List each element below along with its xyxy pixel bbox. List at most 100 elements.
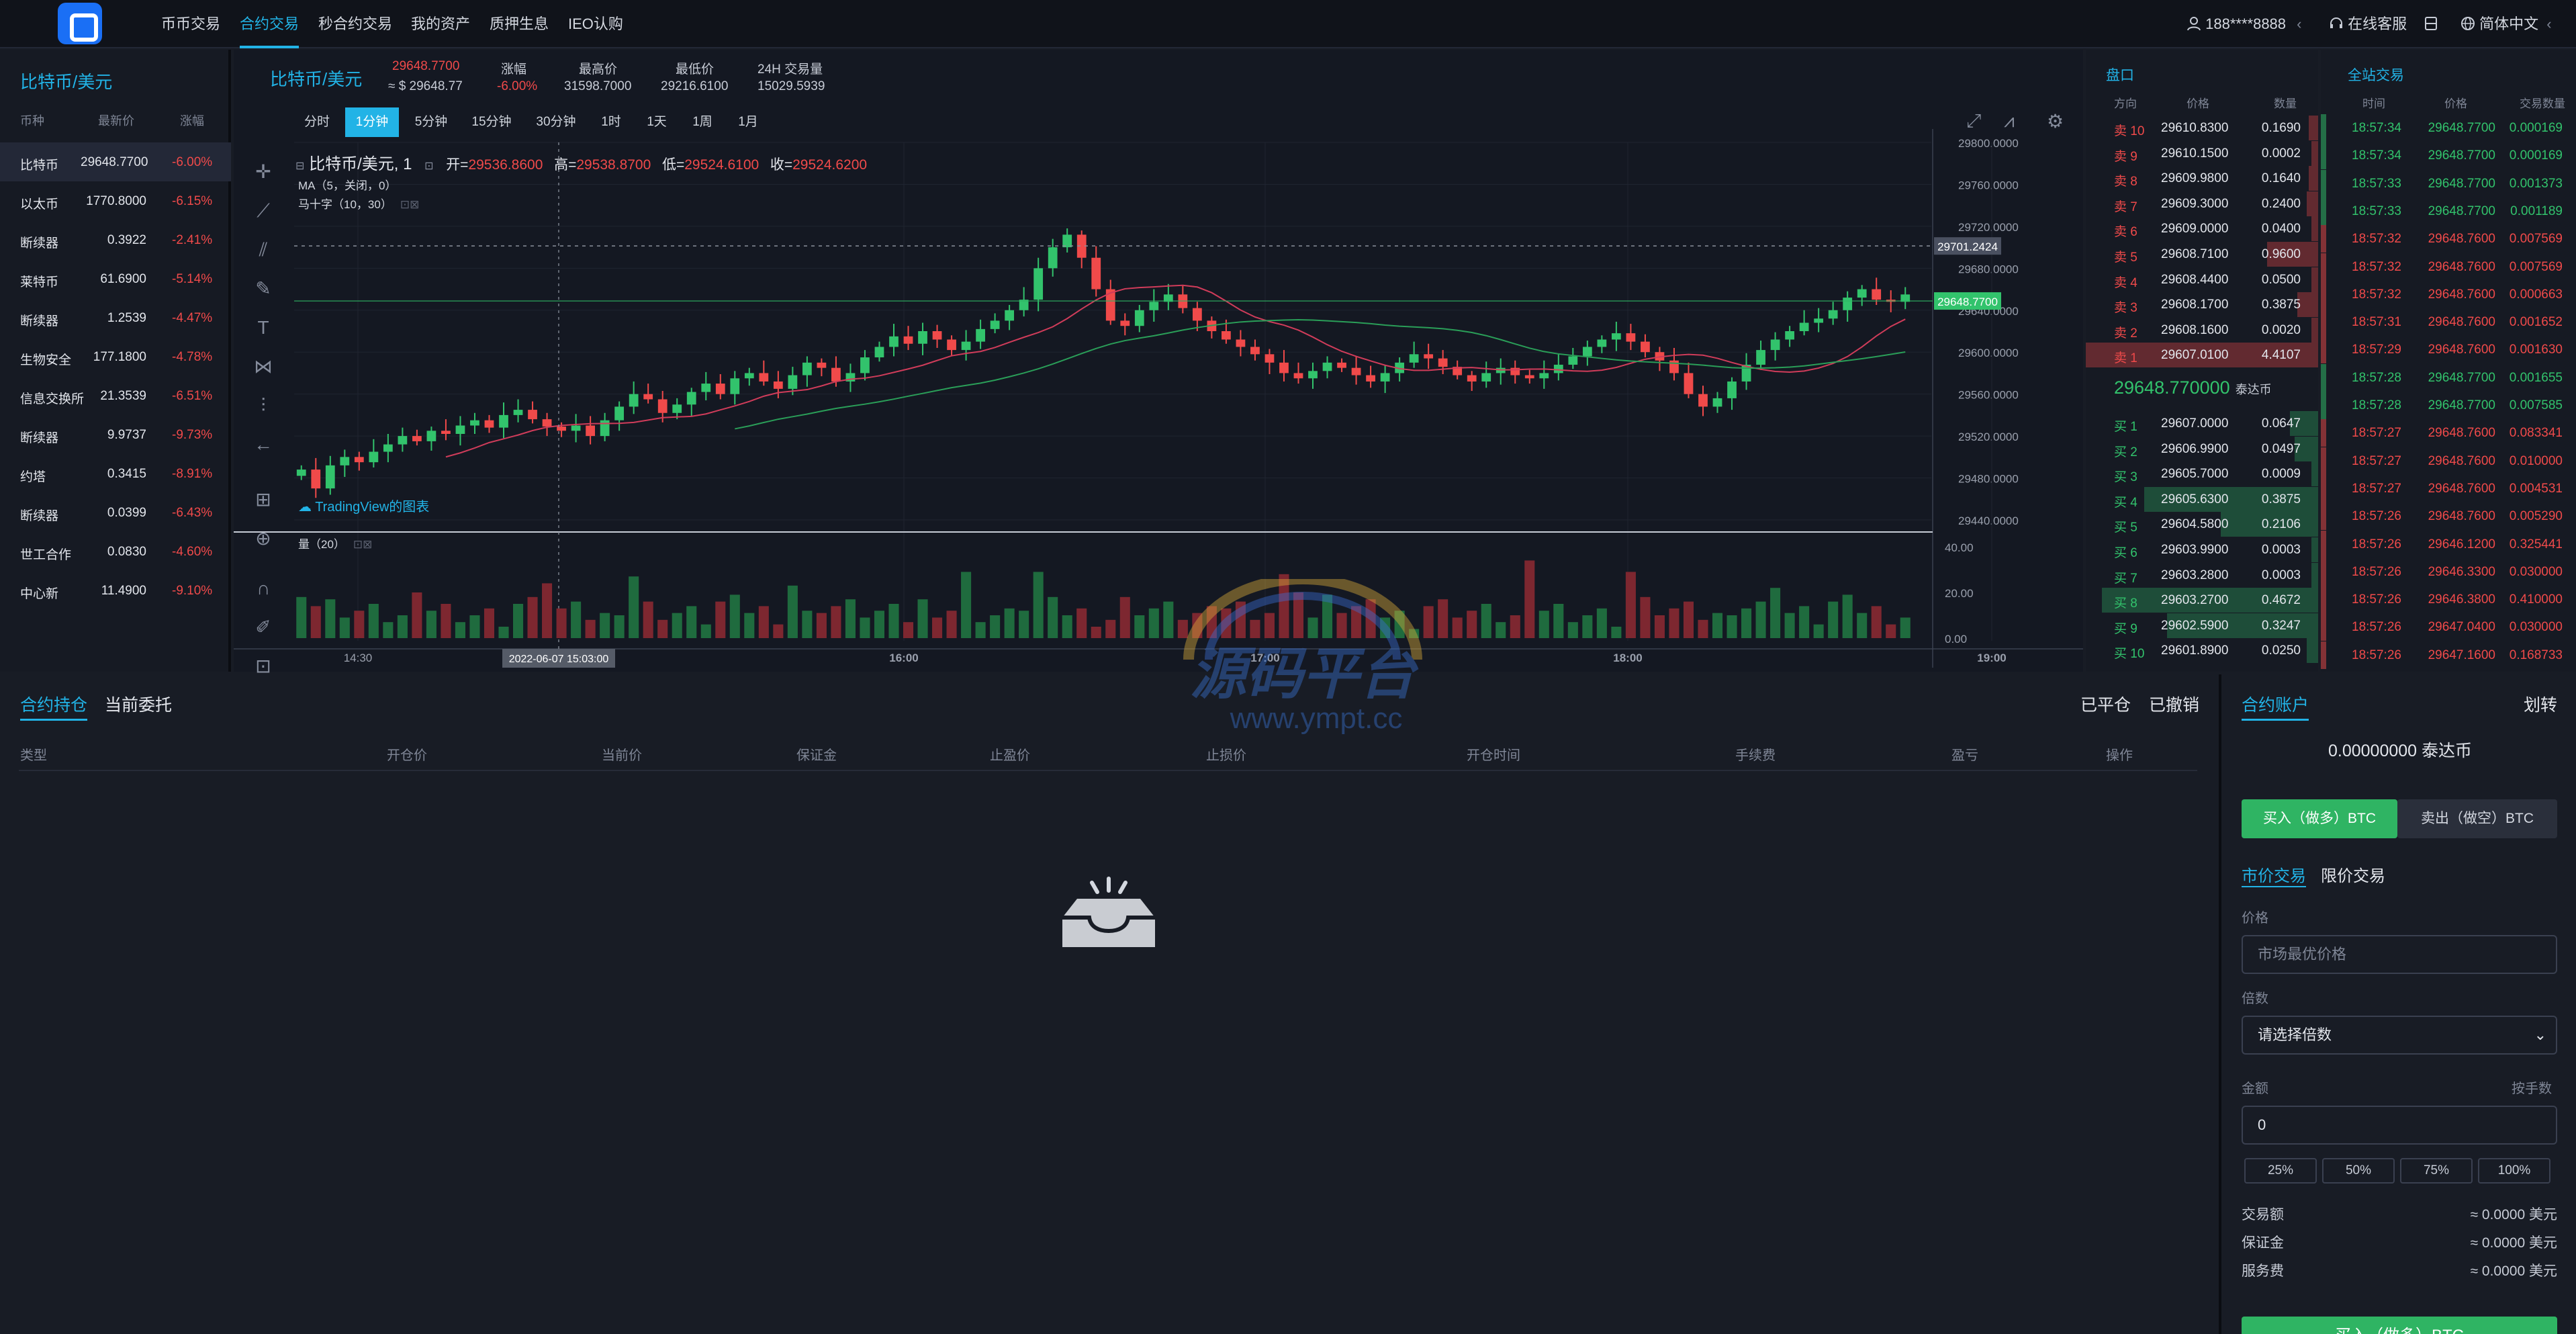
- ask-row[interactable]: 卖 9 29610.1500 0.0002: [2086, 140, 2318, 166]
- ask-row[interactable]: 卖 1 29607.0100 4.4107: [2086, 343, 2318, 368]
- app-download-icon[interactable]: [2423, 0, 2439, 48]
- pct-100-button[interactable]: 100%: [2478, 1158, 2550, 1184]
- nav-spot[interactable]: 币币交易: [161, 0, 220, 48]
- trade-qty: 0.000169: [2509, 148, 2563, 163]
- pct-25-button[interactable]: 25%: [2244, 1158, 2317, 1184]
- service-link[interactable]: 在线客服: [2329, 0, 2407, 48]
- volume-bar: [1727, 615, 1737, 638]
- ask-row[interactable]: 卖 2 29608.1600 0.0020: [2086, 317, 2318, 343]
- ask-row[interactable]: 卖 8 29609.9800 0.1640: [2086, 166, 2318, 191]
- limit-order-tab[interactable]: 限价交易: [2321, 862, 2385, 886]
- transfer-link[interactable]: 划转: [2524, 692, 2557, 716]
- coin-row[interactable]: 断续器 9.9737 -9.73%: [0, 415, 231, 454]
- volume-bar: [744, 613, 755, 638]
- market-order-tab[interactable]: 市价交易: [2242, 862, 2306, 887]
- pct-50-button[interactable]: 50%: [2322, 1158, 2395, 1184]
- price-input[interactable]: 市场最优价格: [2242, 935, 2557, 974]
- bid-row[interactable]: 买 9 29602.5900 0.3247: [2086, 613, 2318, 638]
- user-menu[interactable]: 188****8888 ‹: [2187, 0, 2301, 48]
- bid-row[interactable]: 买 6 29603.9900 0.0003: [2086, 537, 2318, 562]
- cancelled-link[interactable]: 已撤销: [2149, 692, 2199, 716]
- ask-row[interactable]: 卖 7 29609.3000 0.2400: [2086, 191, 2318, 216]
- candle-body: [961, 341, 971, 351]
- th-stop-loss: 止损价: [1206, 748, 1246, 763]
- account-title[interactable]: 合约账户: [2242, 692, 2309, 721]
- tab-positions[interactable]: 合约持仓: [20, 692, 88, 721]
- tab-orders[interactable]: 当前委托: [105, 692, 172, 716]
- amount-input[interactable]: 0: [2242, 1106, 2557, 1145]
- volume-bar: [903, 622, 914, 638]
- coin-row[interactable]: 世工合作 0.0830 -4.60%: [0, 532, 231, 571]
- coin-row[interactable]: 约塔 0.3415 -8.91%: [0, 454, 231, 493]
- closed-link[interactable]: 已平仓: [2080, 692, 2131, 716]
- volume-bar: [1640, 596, 1651, 638]
- trade-time: 18:57:26: [2352, 592, 2401, 607]
- bid-row[interactable]: 买 4 29605.6300 0.3875: [2086, 486, 2318, 512]
- buy-long-tab[interactable]: 买入（做多）BTC: [2242, 799, 2397, 838]
- volume-bar: [441, 604, 451, 638]
- trade-qty: 0.007569: [2509, 259, 2563, 274]
- ask-row[interactable]: 卖 10 29610.8300 0.1690: [2086, 116, 2318, 140]
- language-selector[interactable]: 简体中文 ‹: [2460, 0, 2552, 48]
- nav-staking[interactable]: 质押生息: [490, 0, 549, 48]
- nav-assets[interactable]: 我的资产: [411, 0, 470, 48]
- candle-body: [874, 347, 884, 358]
- bid-row[interactable]: 买 8 29603.2700 0.4672: [2086, 588, 2318, 613]
- ask-qty: 0.9600: [2261, 247, 2301, 261]
- trade-side-marker: [2321, 280, 2326, 308]
- nav-ieo[interactable]: IEO认购: [568, 0, 623, 48]
- coin-row[interactable]: 生物安全 177.1800 -4.78%: [0, 337, 231, 376]
- pct-75-button[interactable]: 75%: [2400, 1158, 2473, 1184]
- volume-bar: [1828, 601, 1839, 638]
- trade-time: 18:57:34: [2352, 121, 2401, 135]
- mid-price: 29648.770000 泰达币: [2114, 377, 2272, 398]
- nav-second-contract[interactable]: 秒合约交易: [318, 0, 392, 48]
- coin-row[interactable]: 以太币 1770.8000 -6.15%: [0, 181, 231, 220]
- candle-body: [354, 457, 364, 463]
- candle-body: [600, 420, 610, 437]
- submit-order-button[interactable]: 买入（做多）BTC: [2242, 1317, 2557, 1334]
- ask-row[interactable]: 卖 4 29608.4400 0.0500: [2086, 267, 2318, 292]
- coin-row[interactable]: 中心新 11.4900 -9.10%: [0, 571, 231, 610]
- bid-row[interactable]: 买 3 29605.7000 0.0009: [2086, 461, 2318, 487]
- volume-bar: [1467, 611, 1477, 638]
- candle-body: [773, 381, 783, 389]
- legend-ma2: 马十字（10，30） ⊡⊠: [298, 195, 419, 212]
- candle-body: [860, 357, 870, 373]
- bid-row[interactable]: 买 1 29607.0000 0.0647: [2086, 411, 2318, 436]
- tradingview-branding[interactable]: ☁ TradingView的图表: [298, 496, 429, 515]
- legend-vol-controls-icon[interactable]: ⊡⊠: [353, 538, 373, 551]
- coin-row[interactable]: 信息交换所 21.3539 -6.51%: [0, 376, 231, 415]
- coin-change: -4.78%: [172, 350, 213, 364]
- bid-row[interactable]: 买 7 29603.2800 0.0003: [2086, 562, 2318, 588]
- bid-side: 买 9: [2114, 621, 2137, 636]
- legend-eye-icon[interactable]: ⊡: [424, 161, 433, 172]
- trade-side-marker: [2321, 142, 2326, 170]
- volume-bar: [426, 611, 436, 638]
- logo[interactable]: [58, 3, 102, 44]
- bid-row[interactable]: 买 5 29604.5800 0.2106: [2086, 512, 2318, 537]
- coin-name: 断续器: [20, 314, 59, 328]
- trade-row: 18:57:31 29648.7600 0.001652: [2321, 308, 2576, 337]
- bid-row[interactable]: 买 10 29601.8900 0.0250: [2086, 638, 2318, 664]
- ask-row[interactable]: 卖 6 29609.0000 0.0400: [2086, 216, 2318, 242]
- coin-row[interactable]: 断续器 0.0399 -6.43%: [0, 493, 231, 532]
- ask-row[interactable]: 卖 5 29608.7100 0.9600: [2086, 242, 2318, 267]
- coin-price: 61.6900: [100, 272, 146, 286]
- leverage-select[interactable]: 请选择倍数 ⌄: [2242, 1016, 2557, 1055]
- legend-collapse-icon[interactable]: ⊟: [295, 161, 304, 172]
- bid-price: 29603.2800: [2161, 568, 2229, 582]
- coin-row[interactable]: 莱特币 61.6900 -5.14%: [0, 259, 231, 298]
- coin-row[interactable]: 断续器 0.3922 -2.41%: [0, 220, 231, 259]
- coin-row[interactable]: 断续器 1.2539 -4.47%: [0, 298, 231, 337]
- ask-side: 卖 8: [2114, 175, 2137, 189]
- nav-contract[interactable]: 合约交易: [240, 0, 300, 48]
- bid-row[interactable]: 买 2 29606.9900 0.0497: [2086, 436, 2318, 461]
- legend-ma2-controls-icon[interactable]: ⊡⊠: [400, 198, 420, 211]
- sell-short-tab[interactable]: 卖出（做空）BTC: [2397, 799, 2557, 838]
- ask-row[interactable]: 卖 3 29608.1700 0.3875: [2086, 292, 2318, 318]
- coin-row[interactable]: 比特币 29648.7700 -6.00%: [0, 142, 231, 181]
- legend-low: 29524.6100: [684, 157, 760, 173]
- coin-price: 0.3922: [107, 233, 146, 247]
- legend-open-label: 开=: [446, 157, 469, 173]
